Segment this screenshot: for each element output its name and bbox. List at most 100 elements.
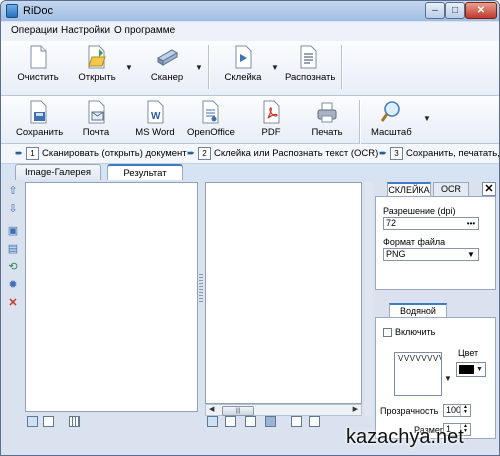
splitter-handle[interactable]: [199, 274, 203, 304]
tab-watermark[interactable]: Водяной знак: [389, 303, 447, 329]
mail-document-icon: [88, 100, 105, 124]
panel-close-icon[interactable]: ✕: [482, 182, 496, 196]
chevron-down-icon: ▼: [467, 250, 475, 259]
save-label: Сохранить: [16, 127, 64, 138]
recognize-document-icon: [300, 45, 317, 69]
step-text: Сканировать (открыть) документ: [41, 148, 187, 159]
opacity-stepper[interactable]: 100 ▲ ▼: [443, 404, 471, 417]
step-number: 1: [25, 147, 39, 160]
scanner-dropdown-arrow[interactable]: ▼: [195, 63, 203, 72]
minimize-button[interactable]: –: [425, 2, 445, 19]
app-window: RiDoc – □ ✕ Операции Настройки О програм…: [0, 0, 500, 456]
recognize-label: Распознать: [285, 72, 336, 83]
result-pane[interactable]: [205, 182, 362, 404]
step-text: Склейка или Распознать текст (OCR): [213, 148, 379, 159]
pattern-dropdown-arrow[interactable]: ▼: [444, 374, 452, 383]
fill-icon[interactable]: [265, 416, 276, 427]
open-button[interactable]: Открыть: [77, 45, 117, 83]
openoffice-document-icon: [202, 100, 219, 124]
arrow-right-icon: ➨: [187, 148, 195, 159]
step-1[interactable]: ➨ 1 Сканировать (открыть) документ: [15, 147, 187, 160]
title-bar[interactable]: RiDoc – □ ✕: [1, 1, 499, 21]
align-center-icon[interactable]: [225, 416, 236, 427]
delete-icon[interactable]: ✕: [6, 296, 20, 310]
align-left-icon[interactable]: [207, 416, 218, 427]
scanner-button[interactable]: Сканер: [149, 45, 185, 83]
resolution-value: 72: [386, 218, 397, 228]
step-3[interactable]: ➨ 3 Сохранить, печатать,: [379, 147, 499, 160]
format-select[interactable]: PNG ▼: [383, 248, 479, 261]
zoom-button[interactable]: Масштаб: [371, 100, 412, 138]
arrow-right-icon: ➨: [15, 148, 23, 159]
zoom-page-icon[interactable]: [309, 416, 320, 427]
save-icon: [30, 100, 47, 124]
toolbar-separator: [208, 45, 209, 89]
tab-image-gallery[interactable]: Image-Галерея: [15, 164, 101, 180]
resolution-label: Разрешение (dpi): [383, 206, 456, 216]
clipboard-icon[interactable]: ▤: [6, 242, 20, 256]
settings-icon[interactable]: ✹: [6, 278, 20, 292]
tab-result[interactable]: Результат: [107, 164, 183, 180]
color-picker[interactable]: ▼: [456, 362, 486, 377]
pdf-label: PDF: [261, 127, 281, 138]
close-button[interactable]: ✕: [465, 2, 497, 19]
resolution-field[interactable]: 72 •••: [383, 217, 479, 230]
chevron-down-icon: ▼: [476, 366, 483, 373]
watermark-logo: kazachya.net: [346, 426, 464, 448]
menu-operations[interactable]: Операции: [11, 25, 58, 36]
zoom-label: Масштаб: [371, 127, 412, 138]
glue-label: Склейка: [224, 72, 262, 83]
menu-settings[interactable]: Настройки: [61, 25, 110, 36]
recognize-button[interactable]: Распознать: [285, 45, 336, 83]
scroll-thumb[interactable]: |||: [222, 406, 254, 416]
horizontal-scrollbar[interactable]: ◀ ||| ▶: [205, 404, 362, 416]
pdf-document-icon: [263, 100, 280, 124]
menu-about[interactable]: О программе: [114, 25, 175, 36]
step-2[interactable]: ➨ 2 Склейка или Распознать текст (OCR): [187, 147, 378, 160]
print-button[interactable]: Печать: [309, 100, 345, 138]
opacity-value: 100: [446, 405, 462, 415]
scanner-label: Сканер: [150, 72, 184, 83]
save-icon[interactable]: ▣: [6, 224, 20, 238]
open-dropdown-arrow[interactable]: ▼: [125, 63, 133, 72]
mail-button[interactable]: Почта: [81, 100, 111, 138]
zoom-dropdown-arrow[interactable]: ▼: [423, 114, 431, 123]
enable-checkbox[interactable]: Включить: [383, 327, 436, 338]
tab-glue[interactable]: СКЛЕЙКА: [387, 182, 431, 196]
glue-dropdown-arrow[interactable]: ▼: [271, 63, 279, 72]
msword-button[interactable]: W MS Word: [135, 100, 175, 138]
align-right-icon[interactable]: [245, 416, 256, 427]
opacity-label: Прозрачность: [380, 406, 439, 416]
grid-view-icon[interactable]: [69, 416, 80, 427]
rotate-icon[interactable]: ⟲: [6, 260, 20, 274]
maximize-button[interactable]: □: [445, 2, 465, 19]
settings-panel: СКЛЕЙКА OCR ✕ Разрешение (dpi) 72 ••• Фо…: [375, 182, 499, 439]
save-button[interactable]: Сохранить: [16, 100, 64, 138]
open-label: Открыть: [78, 72, 116, 83]
format-label: Формат файла: [383, 237, 446, 247]
gallery-pane[interactable]: [25, 182, 198, 412]
vertical-scrollbar[interactable]: [365, 182, 373, 416]
tab-ocr[interactable]: OCR: [433, 182, 469, 196]
scroll-right-icon[interactable]: ▶: [353, 405, 358, 413]
checkbox-box[interactable]: [383, 328, 392, 338]
enable-label: Включить: [395, 327, 436, 337]
stepper-arrows-icon[interactable]: ▲ ▼: [460, 405, 470, 416]
open-document-icon: [88, 45, 106, 69]
watermark-settings: Включить VVVVVVVVVVVVVVVVVVVVVVVVVVVVVVV…: [375, 317, 496, 439]
toolbar-separator: [359, 100, 360, 144]
scroll-left-icon[interactable]: ◀: [209, 405, 214, 413]
check-all-icon[interactable]: [27, 416, 38, 427]
watermark-pattern[interactable]: VVVVVVVVVVVVVVVVVVVVVVVVVVVVVVVVVVVVVVVV…: [394, 352, 442, 396]
pdf-button[interactable]: PDF: [257, 100, 285, 138]
printer-icon: [317, 102, 337, 123]
fit-page-icon[interactable]: [291, 416, 302, 427]
resolution-more-button[interactable]: •••: [464, 218, 478, 229]
move-down-icon[interactable]: ⇩: [6, 202, 20, 216]
uncheck-all-icon[interactable]: [43, 416, 54, 427]
clear-button[interactable]: Очистить: [16, 45, 60, 83]
openoffice-button[interactable]: OpenOffice: [187, 100, 235, 138]
move-up-icon[interactable]: ⇧: [6, 184, 20, 198]
glue-button[interactable]: Склейка: [223, 45, 263, 83]
step-number: 2: [197, 147, 211, 160]
